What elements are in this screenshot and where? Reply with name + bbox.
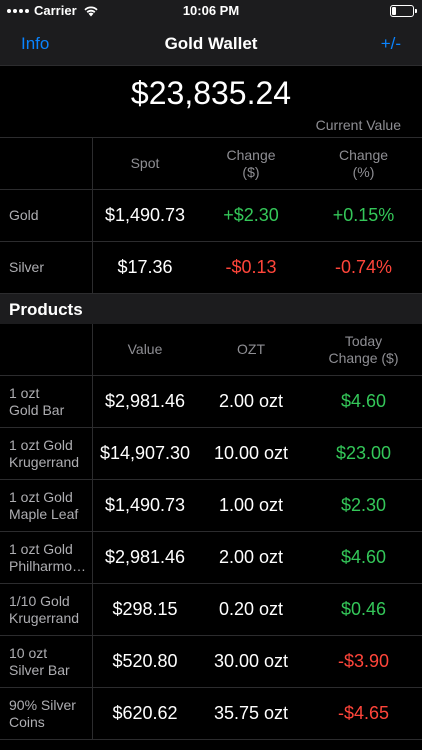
header-name-cell	[0, 324, 93, 375]
header-today-change-line2: Change ($)	[328, 349, 399, 366]
product-value: $2,981.46	[104, 391, 186, 411]
metal-spot: $1,490.73	[104, 205, 186, 225]
product-row[interactable]: 1/10 Gold Krugerrand $298.15 0.20 ozt $0.…	[0, 584, 422, 636]
product-change: -$4.65	[337, 703, 390, 723]
spot-header-row: Spot Change ($) Change (%)	[0, 138, 422, 190]
metal-spot: $17.36	[117, 257, 173, 277]
section-title: Products	[9, 300, 83, 319]
page-title: Gold Wallet	[164, 34, 258, 53]
metal-change: -$0.13	[225, 257, 277, 277]
product-value: $1,490.73	[104, 495, 186, 515]
product-name-line1: 1 ozt Gold	[9, 436, 73, 453]
battery-level	[392, 7, 396, 15]
metal-row-gold[interactable]: Gold $1,490.73 +$2.30 +0.15%	[0, 190, 422, 242]
product-row[interactable]: 1 ozt Gold Maple Leaf $1,490.73 1.00 ozt …	[0, 480, 422, 532]
header-today-change-line1: Today	[344, 332, 383, 349]
product-value: $620.62	[112, 703, 178, 723]
product-name: 1 ozt Gold Philharmo…	[0, 532, 93, 583]
product-change: $23.00	[335, 443, 392, 463]
header-change-percent-line1: Change	[338, 146, 389, 163]
product-name: 1 ozt Gold Krugerrand	[0, 428, 93, 479]
products-header-row: Value OZT Today Change ($)	[0, 324, 422, 376]
metal-change-percent: -0.74%	[334, 257, 393, 277]
total-value-panel: $23,835.24 Current Value	[0, 66, 422, 138]
product-value: $2,981.46	[104, 547, 186, 567]
product-name-line2: Coins	[9, 713, 45, 730]
product-name-line2: Maple Leaf	[9, 505, 79, 522]
product-name: 10 ozt Silver Bar	[0, 636, 93, 687]
metal-row-silver[interactable]: Silver $17.36 -$0.13 -0.74%	[0, 242, 422, 294]
product-value: $298.15	[112, 599, 178, 619]
product-name-line1: 1/10 Gold	[9, 592, 70, 609]
product-change: -$3.90	[337, 651, 390, 671]
header-change-dollar: Change ($)	[197, 138, 305, 189]
product-name: 90% Silver Coins	[0, 688, 93, 739]
product-value: $14,907.30	[99, 443, 191, 463]
status-bar: Carrier 10:06 PM	[0, 0, 422, 22]
product-name-line1: 10 ozt	[9, 644, 48, 661]
product-name-line2: Krugerrand	[9, 453, 80, 470]
product-ozt: 0.20 ozt	[218, 599, 284, 619]
product-ozt: 10.00 ozt	[213, 443, 289, 463]
product-row[interactable]: 1 ozt Gold Bar $2,981.46 2.00 ozt $4.60	[0, 376, 422, 428]
product-name-line1: 1 ozt Gold	[9, 488, 73, 505]
product-change: $4.60	[340, 547, 387, 567]
metal-change-percent: +0.15%	[332, 205, 395, 225]
header-spot: Spot	[130, 155, 160, 171]
product-name-line2: Silver Bar	[9, 661, 70, 678]
header-name-cell	[0, 138, 93, 189]
header-change-percent: Change (%)	[305, 138, 422, 189]
product-name-line1: 90% Silver	[9, 696, 76, 713]
product-ozt: 35.75 ozt	[213, 703, 289, 723]
product-ozt: 2.00 ozt	[218, 547, 284, 567]
metal-name: Silver	[0, 242, 93, 293]
header-value: Value	[127, 341, 163, 357]
product-name: 1/10 Gold Krugerrand	[0, 584, 93, 635]
battery-icon	[390, 5, 417, 17]
product-name-line2: Gold Bar	[9, 401, 65, 418]
edit-holdings-button[interactable]: +/-	[381, 34, 401, 54]
product-ozt: 2.00 ozt	[218, 391, 284, 411]
product-change: $0.46	[340, 599, 387, 619]
product-name: 1 ozt Gold Bar	[0, 376, 93, 427]
header-change-dollar-line1: Change	[226, 146, 276, 163]
header-today-change: Today Change ($)	[305, 324, 422, 375]
product-ozt: 1.00 ozt	[218, 495, 284, 515]
metal-name: Gold	[0, 190, 93, 241]
product-value: $520.80	[112, 651, 178, 671]
navigation-bar: Info Gold Wallet +/-	[0, 22, 422, 66]
product-change: $2.30	[340, 495, 387, 515]
header-change-percent-line2: (%)	[352, 163, 375, 180]
product-row[interactable]: 10 ozt Silver Bar $520.80 30.00 ozt -$3.9…	[0, 636, 422, 688]
header-ozt: OZT	[237, 341, 265, 357]
product-name-line2: Philharmo…	[9, 557, 87, 574]
products-section-header: Products	[0, 294, 422, 324]
total-value-label: Current Value	[315, 117, 401, 133]
metal-change: +$2.30	[223, 205, 279, 225]
total-value: $23,835.24	[130, 75, 292, 111]
header-change-dollar-line2: ($)	[242, 163, 260, 180]
product-name-line2: Krugerrand	[9, 609, 80, 626]
product-ozt: 30.00 ozt	[213, 651, 289, 671]
product-row[interactable]: 90% Silver Coins $620.62 35.75 ozt -$4.65	[0, 688, 422, 740]
product-name-line1: 1 ozt Gold	[9, 540, 73, 557]
product-name-line1: 1 ozt	[9, 384, 40, 401]
product-name: 1 ozt Gold Maple Leaf	[0, 480, 93, 531]
product-row[interactable]: 1 ozt Gold Krugerrand $14,907.30 10.00 oz…	[0, 428, 422, 480]
status-time: 10:06 PM	[182, 3, 240, 18]
product-change: $4.60	[340, 391, 387, 411]
product-row[interactable]: 1 ozt Gold Philharmo… $2,981.46 2.00 ozt …	[0, 532, 422, 584]
